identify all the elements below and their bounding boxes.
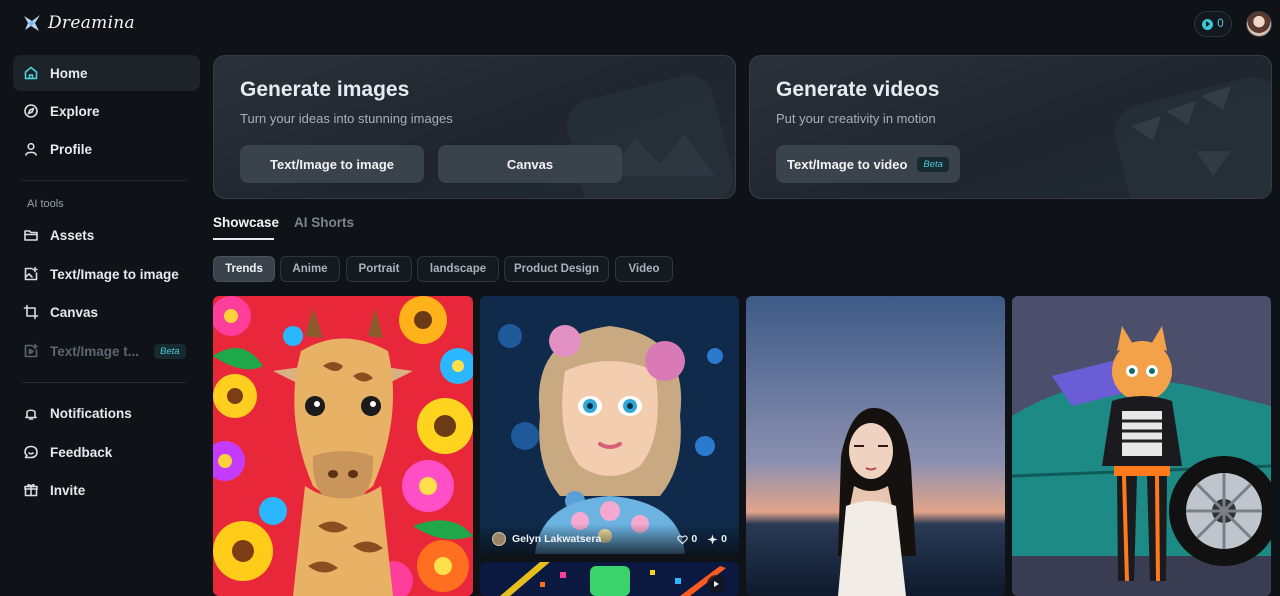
video-decoration-icon — [1114, 77, 1271, 198]
sidebar-item-profile[interactable]: Profile — [13, 131, 200, 167]
gallery-item-video[interactable] — [480, 562, 739, 596]
sparkle-icon — [707, 533, 718, 545]
home-icon — [22, 65, 39, 82]
tab-ai-shorts[interactable]: AI Shorts — [294, 215, 354, 230]
like-count: 0 — [691, 533, 698, 545]
sidebar-item-label: Notifications — [50, 405, 132, 421]
active-tab-indicator — [213, 238, 274, 240]
sidebar-item-label: Text/Image to image — [50, 266, 179, 282]
remix-stat[interactable]: 0 — [707, 533, 727, 545]
sidebar: Dreamina Home Explore Profile AI tools A… — [0, 0, 212, 596]
sidebar-item-home[interactable]: Home — [13, 55, 200, 91]
sidebar-item-label: Canvas — [50, 304, 99, 320]
button-label: Text/Image to video — [787, 156, 908, 172]
sidebar-item-text-image-to-video[interactable]: Text/Image t... Beta — [13, 333, 200, 369]
sidebar-item-assets[interactable]: Assets — [13, 217, 200, 253]
sidebar-item-invite[interactable]: Invite — [13, 472, 200, 508]
chip-product-design[interactable]: Product Design — [504, 256, 609, 282]
generate-videos-card: Generate videos Put your creativity in m… — [749, 55, 1272, 199]
chip-video[interactable]: Video — [615, 256, 673, 282]
sidebar-item-label: Text/Image t... — [50, 343, 140, 359]
doll-portrait-image — [480, 296, 739, 554]
author-avatar[interactable] — [492, 532, 506, 546]
credits-icon — [1202, 18, 1214, 30]
gallery-item-featured[interactable]: Gelyn Lakwatsera 0 0 — [480, 296, 739, 554]
gallery-item-product[interactable] — [1012, 296, 1271, 596]
dreamina-logo-icon — [24, 15, 40, 31]
generate-images-card: Generate images Turn your ideas into stu… — [213, 55, 736, 199]
user-icon — [22, 141, 39, 158]
beta-badge: Beta — [917, 156, 949, 172]
sidebar-item-label: Profile — [50, 141, 93, 157]
sidebar-divider — [22, 382, 186, 383]
canvas-button[interactable]: Canvas — [438, 145, 622, 183]
chip-portrait[interactable]: Portrait — [346, 256, 412, 282]
remix-count: 0 — [721, 533, 727, 545]
video-preview-image — [480, 562, 739, 596]
featured-meta-bar: Gelyn Lakwatsera 0 0 — [480, 524, 739, 554]
play-icon — [707, 575, 725, 593]
like-stat[interactable]: 0 — [677, 533, 697, 545]
sidebar-item-label: Invite — [50, 482, 86, 498]
credits-counter[interactable]: 0 — [1194, 11, 1232, 37]
author-name[interactable]: Gelyn Lakwatsera — [512, 533, 601, 545]
sidebar-item-label: Assets — [50, 227, 95, 243]
credits-value: 0 — [1217, 18, 1224, 30]
sidebar-item-notifications[interactable]: Notifications — [13, 395, 200, 431]
generate-videos-title: Generate videos — [776, 78, 940, 101]
sidebar-item-canvas[interactable]: Canvas — [13, 294, 200, 330]
sidebar-item-label: Home — [50, 65, 88, 81]
text-image-to-video-button[interactable]: Text/Image to video Beta — [776, 145, 960, 183]
chip-trends[interactable]: Trends — [213, 256, 275, 282]
generate-images-title: Generate images — [240, 78, 410, 101]
avatar[interactable] — [1246, 11, 1272, 37]
generate-videos-subtitle: Put your creativity in motion — [776, 111, 936, 126]
gift-icon — [22, 482, 39, 499]
sidebar-item-explore[interactable]: Explore — [13, 93, 200, 129]
sidebar-item-text-image-to-image[interactable]: Text/Image to image — [13, 256, 200, 292]
seaside-portrait-image — [746, 296, 1005, 596]
tab-showcase[interactable]: Showcase — [213, 215, 279, 230]
sidebar-item-label: Feedback — [50, 444, 113, 460]
beta-badge: Beta — [154, 343, 186, 359]
giraffe-image — [213, 296, 473, 596]
sidebar-item-feedback[interactable]: Feedback — [13, 434, 200, 470]
folder-icon — [22, 227, 39, 244]
bell-icon — [22, 405, 39, 422]
text-image-to-image-button[interactable]: Text/Image to image — [240, 145, 424, 183]
heart-icon — [677, 534, 689, 544]
video-plus-icon — [22, 343, 39, 360]
chip-anime[interactable]: Anime — [280, 256, 340, 282]
sidebar-item-label: Explore — [50, 103, 100, 119]
compass-icon — [22, 103, 39, 120]
chat-icon — [22, 444, 39, 461]
gallery-item-giraffe[interactable] — [213, 296, 473, 596]
sidebar-divider — [22, 180, 186, 181]
cat-car-image — [1012, 296, 1271, 596]
app-name: Dreamina — [48, 13, 135, 33]
image-plus-icon — [22, 266, 39, 283]
logo[interactable]: Dreamina — [22, 13, 135, 33]
gallery-item-portrait[interactable] — [746, 296, 1005, 596]
generate-images-subtitle: Turn your ideas into stunning images — [240, 111, 453, 126]
chip-landscape[interactable]: landscape — [417, 256, 499, 282]
crop-icon — [22, 304, 39, 321]
section-label-ai-tools: AI tools — [27, 198, 64, 210]
